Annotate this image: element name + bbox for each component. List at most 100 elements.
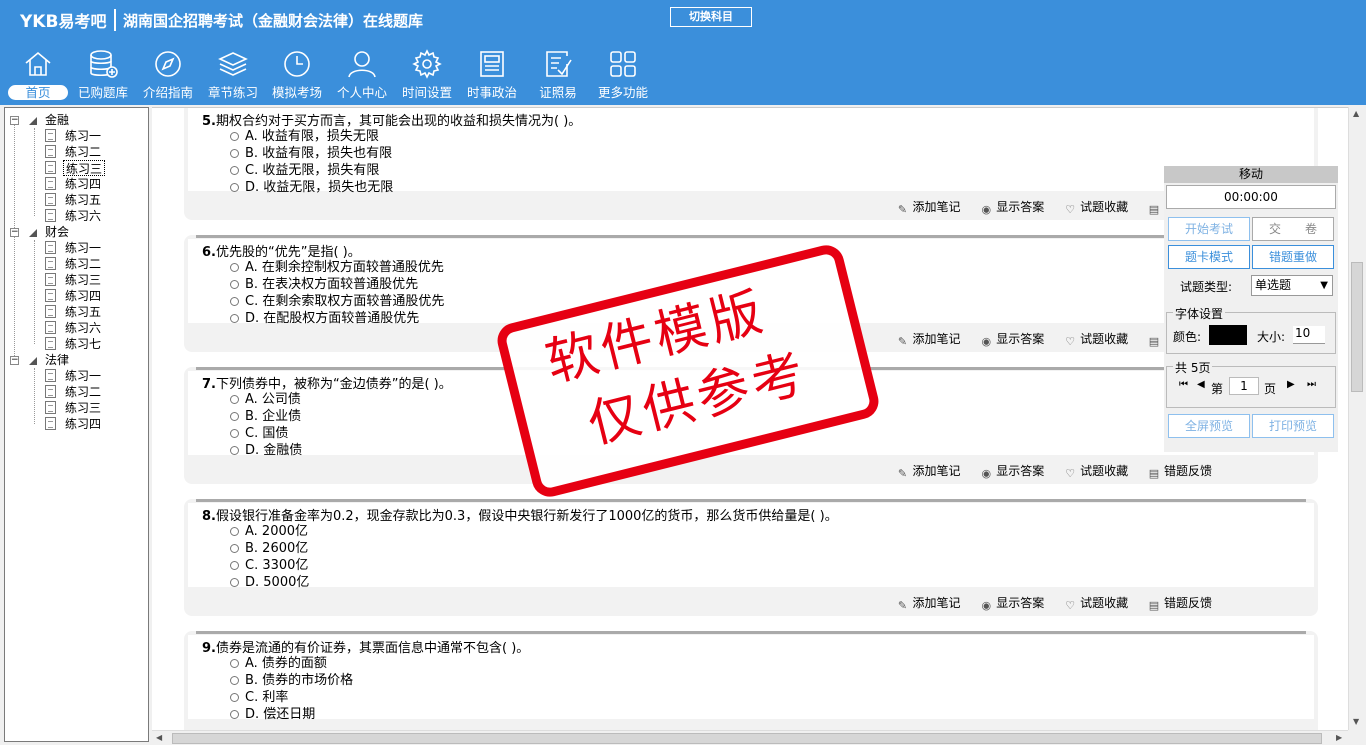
radio-button[interactable] bbox=[230, 446, 239, 455]
option-d[interactable]: D. 偿还日期 bbox=[230, 706, 315, 723]
tree-item[interactable]: 练习六 bbox=[65, 208, 101, 224]
option-c[interactable]: C. 利率 bbox=[230, 689, 288, 706]
add-note-button[interactable]: ✎ 添加笔记 bbox=[896, 332, 961, 348]
add-note-button[interactable]: ✎ 添加笔记 bbox=[896, 200, 961, 216]
nav-license[interactable]: 证照易 bbox=[534, 48, 582, 102]
option-a[interactable]: A. 2000亿 bbox=[230, 523, 308, 540]
radio-button[interactable] bbox=[230, 544, 239, 553]
radio-button[interactable] bbox=[230, 314, 239, 323]
prev-page-icon[interactable]: ◀ bbox=[1197, 379, 1205, 390]
tree-group-law[interactable]: 法律 bbox=[45, 352, 69, 368]
scroll-down-icon[interactable]: ▼ bbox=[1353, 717, 1359, 726]
nav-chapter-practice[interactable]: 章节练习 bbox=[204, 48, 262, 102]
horizontal-scrollbar[interactable]: ◀ ▶ bbox=[152, 730, 1348, 745]
radio-button[interactable] bbox=[230, 561, 239, 570]
option-d[interactable]: D. 5000亿 bbox=[230, 574, 309, 591]
tree-item[interactable]: 练习二 bbox=[65, 144, 101, 160]
show-answer-button[interactable]: ◉ 显示答案 bbox=[980, 596, 1044, 612]
tree-item-selected[interactable]: 练习三 bbox=[63, 160, 106, 176]
favorite-button[interactable]: ♡ 试题收藏 bbox=[1064, 200, 1128, 216]
feedback-button[interactable]: ▤错题反馈 bbox=[1148, 596, 1212, 612]
panel-move-handle[interactable]: 移动 bbox=[1164, 166, 1338, 183]
option-a[interactable]: A. 在剩余控制权方面较普通股优先 bbox=[230, 259, 444, 276]
option-b[interactable]: B. 债券的市场价格 bbox=[230, 672, 353, 689]
tree-item[interactable]: 练习七 bbox=[65, 336, 101, 352]
radio-button[interactable] bbox=[230, 166, 239, 175]
option-c[interactable]: C. 国债 bbox=[230, 425, 288, 442]
feedback-button[interactable]: ▤错题反馈 bbox=[1148, 464, 1212, 480]
favorite-button[interactable]: ♡ 试题收藏 bbox=[1064, 464, 1128, 480]
show-answer-button[interactable]: ◉ 显示答案 bbox=[980, 464, 1044, 480]
start-exam-button[interactable]: 开始考试 bbox=[1168, 217, 1250, 241]
first-page-icon[interactable]: ⏮ bbox=[1179, 379, 1188, 390]
radio-button[interactable] bbox=[230, 659, 239, 668]
tree-collapse-toggle[interactable]: − bbox=[10, 356, 19, 365]
scroll-thumb[interactable] bbox=[172, 733, 1322, 744]
redo-mistakes-button[interactable]: 错题重做 bbox=[1252, 245, 1334, 269]
tree-item[interactable]: 练习四 bbox=[65, 288, 101, 304]
vertical-scrollbar[interactable]: ▲ ▼ bbox=[1348, 107, 1364, 730]
tree-item[interactable]: 练习二 bbox=[65, 384, 101, 400]
radio-button[interactable] bbox=[230, 693, 239, 702]
show-answer-button[interactable]: ◉ 显示答案 bbox=[980, 332, 1044, 348]
next-page-icon[interactable]: ▶ bbox=[1287, 379, 1295, 390]
radio-button[interactable] bbox=[230, 263, 239, 272]
option-a[interactable]: A. 债券的面额 bbox=[230, 655, 327, 672]
option-c[interactable]: C. 在剩余索取权方面较普通股优先 bbox=[230, 293, 444, 310]
question-type-select[interactable]: 单选题 ▼ bbox=[1251, 275, 1333, 296]
font-size-input[interactable]: 10 bbox=[1293, 326, 1325, 344]
nav-time-settings[interactable]: 时间设置 bbox=[398, 48, 456, 102]
tree-item[interactable]: 练习二 bbox=[65, 256, 101, 272]
scroll-right-icon[interactable]: ▶ bbox=[1336, 733, 1342, 742]
option-a[interactable]: A. 公司债 bbox=[230, 391, 301, 408]
fullscreen-preview-button[interactable]: 全屏预览 bbox=[1168, 414, 1250, 438]
card-mode-button[interactable]: 题卡模式 bbox=[1168, 245, 1250, 269]
option-d[interactable]: D. 收益无限，损失也无限 bbox=[230, 179, 393, 196]
tree-collapse-toggle[interactable]: − bbox=[10, 228, 19, 237]
nav-guide[interactable]: 介绍指南 bbox=[139, 48, 197, 102]
nav-mock-exam[interactable]: 模拟考场 bbox=[268, 48, 326, 102]
radio-button[interactable] bbox=[230, 297, 239, 306]
tree-item[interactable]: 练习三 bbox=[65, 400, 101, 416]
radio-button[interactable] bbox=[230, 412, 239, 421]
option-b[interactable]: B. 2600亿 bbox=[230, 540, 308, 557]
show-answer-button[interactable]: ◉ 显示答案 bbox=[980, 200, 1044, 216]
radio-button[interactable] bbox=[230, 527, 239, 536]
option-a[interactable]: A. 收益有限，损失无限 bbox=[230, 128, 379, 145]
nav-personal-center[interactable]: 个人中心 bbox=[333, 48, 391, 102]
option-d[interactable]: D. 金融债 bbox=[230, 442, 302, 459]
add-note-button[interactable]: ✎ 添加笔记 bbox=[896, 464, 961, 480]
tree-group-finance[interactable]: 金融 bbox=[45, 112, 69, 128]
tree-item[interactable]: 练习六 bbox=[65, 320, 101, 336]
nav-current-affairs[interactable]: 时事政治 bbox=[463, 48, 521, 102]
nav-more-features[interactable]: 更多功能 bbox=[594, 48, 652, 102]
radio-button[interactable] bbox=[230, 676, 239, 685]
scroll-left-icon[interactable]: ◀ bbox=[156, 733, 162, 742]
tree-collapse-toggle[interactable]: − bbox=[10, 116, 19, 125]
scroll-thumb[interactable] bbox=[1351, 262, 1363, 392]
page-number-input[interactable]: 1 bbox=[1229, 377, 1259, 395]
switch-subject-button[interactable]: 切换科目 bbox=[670, 7, 752, 27]
option-c[interactable]: C. 3300亿 bbox=[230, 557, 308, 574]
tree-item[interactable]: 练习四 bbox=[65, 416, 101, 432]
tree-item[interactable]: 练习一 bbox=[65, 128, 101, 144]
tree-item[interactable]: 练习五 bbox=[65, 192, 101, 208]
submit-exam-button[interactable]: 交 卷 bbox=[1252, 217, 1334, 241]
nav-purchased-banks[interactable]: 已购题库 bbox=[74, 48, 132, 102]
option-b[interactable]: B. 收益有限，损失也有限 bbox=[230, 145, 392, 162]
nav-home[interactable]: 首页 bbox=[8, 48, 68, 102]
last-page-icon[interactable]: ⏭ bbox=[1307, 379, 1316, 390]
tree-item[interactable]: 练习四 bbox=[65, 176, 101, 192]
tree-item[interactable]: 练习一 bbox=[65, 368, 101, 384]
tree-group-accounting[interactable]: 财会 bbox=[45, 224, 69, 240]
option-d[interactable]: D. 在配股权方面较普通股优先 bbox=[230, 310, 419, 327]
tree-item[interactable]: 练习五 bbox=[65, 304, 101, 320]
radio-button[interactable] bbox=[230, 578, 239, 587]
tree-item[interactable]: 练习一 bbox=[65, 240, 101, 256]
print-preview-button[interactable]: 打印预览 bbox=[1252, 414, 1334, 438]
favorite-button[interactable]: ♡ 试题收藏 bbox=[1064, 332, 1128, 348]
favorite-button[interactable]: ♡ 试题收藏 bbox=[1064, 596, 1128, 612]
option-b[interactable]: B. 企业债 bbox=[230, 408, 301, 425]
scroll-up-icon[interactable]: ▲ bbox=[1353, 109, 1359, 118]
option-c[interactable]: C. 收益无限，损失有限 bbox=[230, 162, 379, 179]
